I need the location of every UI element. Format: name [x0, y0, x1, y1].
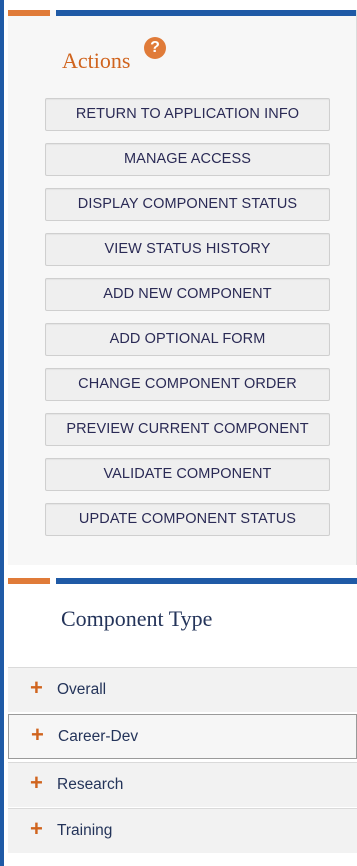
plus-icon: + [30, 816, 43, 841]
component-type-label: Training [57, 822, 113, 839]
left-sidebar: Actions ? RETURN TO APPLICATION INFO MAN… [0, 0, 357, 866]
validate-component-button[interactable]: VALIDATE COMPONENT [45, 458, 330, 491]
update-component-status-button[interactable]: UPDATE COMPONENT STATUS [45, 503, 330, 536]
component-type-label: Research [57, 776, 124, 793]
component-type-heading: Component Type [61, 606, 213, 631]
add-optional-form-button[interactable]: ADD OPTIONAL FORM [45, 323, 330, 356]
add-new-component-button[interactable]: ADD NEW COMPONENT [45, 278, 330, 311]
plus-icon: + [30, 770, 43, 795]
plus-icon: + [31, 722, 44, 747]
component-type-item-overall[interactable]: + Overall [8, 667, 357, 712]
accent-bar-blue [56, 10, 356, 16]
actions-heading: Actions [62, 48, 131, 73]
help-icon[interactable]: ? [144, 37, 166, 59]
component-type-item-training[interactable]: + Training [8, 808, 357, 853]
panel-accent-bar [8, 578, 357, 584]
accent-bar-orange [8, 10, 50, 16]
return-to-application-info-button[interactable]: RETURN TO APPLICATION INFO [45, 98, 330, 131]
plus-icon: + [30, 675, 43, 700]
panel-accent-bar [8, 10, 356, 16]
change-component-order-button[interactable]: CHANGE COMPONENT ORDER [45, 368, 330, 401]
component-type-panel: Component Type + Overall + Career-Dev + … [8, 578, 357, 866]
component-type-item-research[interactable]: + Research [8, 762, 357, 807]
component-type-label: Career-Dev [58, 728, 139, 745]
actions-panel: Actions ? RETURN TO APPLICATION INFO MAN… [8, 10, 357, 565]
preview-current-component-button[interactable]: PREVIEW CURRENT COMPONENT [45, 413, 330, 446]
component-type-label: Overall [57, 681, 107, 698]
manage-access-button[interactable]: MANAGE ACCESS [45, 143, 330, 176]
accent-bar-blue [56, 578, 357, 584]
accent-bar-orange [8, 578, 50, 584]
component-type-item-career-dev[interactable]: + Career-Dev [8, 714, 357, 759]
view-status-history-button[interactable]: VIEW STATUS HISTORY [45, 233, 330, 266]
display-component-status-button[interactable]: DISPLAY COMPONENT STATUS [45, 188, 330, 221]
